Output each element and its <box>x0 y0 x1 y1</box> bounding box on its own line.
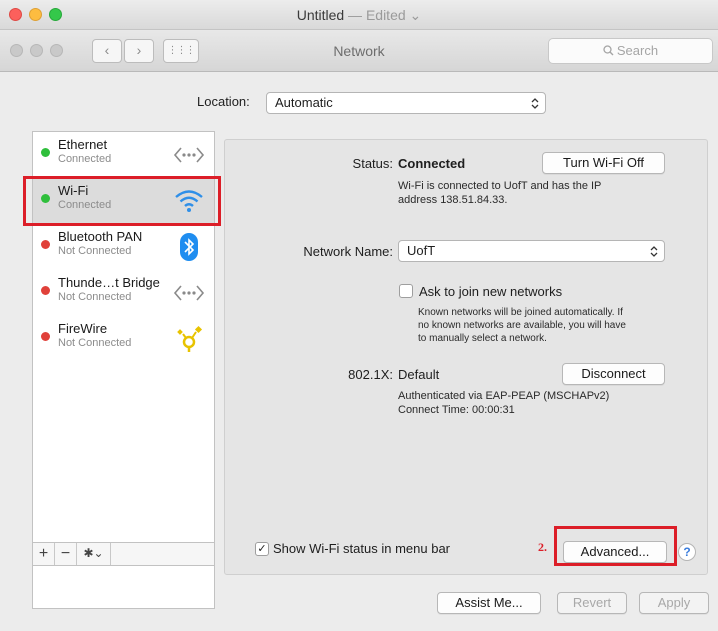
service-status: Connected <box>58 153 112 165</box>
service-name: Bluetooth PAN <box>58 229 143 244</box>
toolbar: ‹ › ⋮⋮⋮ Network Search <box>0 30 718 72</box>
search-input[interactable]: Search <box>548 38 713 64</box>
window-title-edited: — Edited <box>344 7 410 23</box>
service-status: Not Connected <box>58 337 132 349</box>
add-icon: + <box>38 545 49 562</box>
thunderbolt-bridge-icon <box>172 279 206 307</box>
status-dot <box>41 148 50 157</box>
ask-join-note-line-1: Known networks will be joined automatica… <box>418 307 623 318</box>
ethernet-icon <box>172 141 206 169</box>
service-name: Thunde…t Bridge <box>58 275 160 290</box>
show-wifi-status-label: Show Wi-Fi status in menu bar <box>273 541 451 556</box>
firewire-icon <box>172 325 206 353</box>
network-name-label: Network Name: <box>303 244 393 259</box>
service-actions-button[interactable]: ✱⌄ <box>77 543 111 565</box>
ask-join-checkbox[interactable] <box>399 284 413 298</box>
add-service-button[interactable]: + <box>33 543 55 565</box>
status-label: Status: <box>352 156 393 171</box>
dot1x-label: 802.1X: <box>348 367 393 382</box>
search-placeholder: Search <box>616 43 659 58</box>
ask-join-note-line-3: to manually select a network. <box>418 333 547 344</box>
show-wifi-status-checkbox[interactable]: ✓ <box>255 542 269 556</box>
revert-button[interactable]: Revert <box>557 592 627 614</box>
title-chevron-icon: ⌄ <box>409 7 422 23</box>
title-bar: Untitled — Edited ⌄ <box>0 0 718 30</box>
remove-icon: − <box>60 545 71 562</box>
status-note-line-2: address 138.51.84.33. <box>398 194 508 206</box>
ask-join-note: Known networks will be joined automatica… <box>418 306 626 345</box>
status-dot <box>41 240 50 249</box>
apply-button[interactable]: Apply <box>639 592 709 614</box>
window-title[interactable]: Untitled — Edited ⌄ <box>0 7 718 24</box>
bluetooth-icon <box>172 233 206 261</box>
auth-note: Authenticated via EAP-PEAP (MSCHAPv2) Co… <box>398 389 609 417</box>
highlight-advanced-button <box>554 526 677 566</box>
service-thunderbolt-bridge[interactable]: Thunde…t Bridge Not Connected <box>33 270 214 316</box>
status-note-line-1: Wi-Fi is connected to UofT and has the I… <box>398 180 602 192</box>
auth-line-1: Authenticated via EAP-PEAP (MSCHAPv2) <box>398 390 610 402</box>
network-name-select[interactable]: UofT <box>398 240 665 262</box>
wifi-detail-pane: Status: Connected Turn Wi-Fi Off Wi-Fi i… <box>224 139 708 575</box>
status-dot <box>41 286 50 295</box>
ask-join-label: Ask to join new networks <box>419 284 563 299</box>
network-content: Location: Automatic Ethernet Connected W… <box>0 72 718 631</box>
service-ethernet[interactable]: Ethernet Connected <box>33 132 214 178</box>
service-name: Ethernet <box>58 137 108 152</box>
assist-me-button[interactable]: Assist Me... <box>437 592 541 614</box>
status-dot <box>41 332 50 341</box>
service-list-footer: + − ✱⌄ <box>32 542 215 566</box>
select-arrows-icon <box>650 246 658 257</box>
service-bluetooth-pan[interactable]: Bluetooth PAN Not Connected <box>33 224 214 270</box>
location-select[interactable]: Automatic <box>266 92 546 114</box>
select-arrows-icon <box>531 98 539 109</box>
window-title-name: Untitled <box>296 7 345 23</box>
search-icon <box>603 45 614 56</box>
dot1x-value: Default <box>398 367 440 382</box>
status-note: Wi-Fi is connected to UofT and has the I… <box>398 179 601 207</box>
network-name-value: UofT <box>407 243 436 258</box>
status-value: Connected <box>398 156 466 171</box>
help-button[interactable]: ? <box>678 543 696 561</box>
highlight-wifi-service <box>23 176 221 226</box>
auth-line-2: Connect Time: 00:00:31 <box>398 404 515 416</box>
remove-service-button[interactable]: − <box>55 543 77 565</box>
annotation-marker-2: 2. <box>538 540 547 554</box>
service-status: Not Connected <box>58 291 132 303</box>
gear-icon: ✱⌄ <box>83 546 104 560</box>
service-firewire[interactable]: FireWire Not Connected <box>33 316 214 362</box>
service-name: FireWire <box>58 321 108 336</box>
turn-wifi-off-button[interactable]: Turn Wi-Fi Off <box>542 152 665 174</box>
service-status: Not Connected <box>58 245 132 257</box>
location-label: Location: <box>197 94 250 109</box>
disconnect-button[interactable]: Disconnect <box>562 363 665 385</box>
location-value: Automatic <box>275 95 333 110</box>
ask-join-note-line-2: no known networks are available, you wil… <box>418 320 626 331</box>
